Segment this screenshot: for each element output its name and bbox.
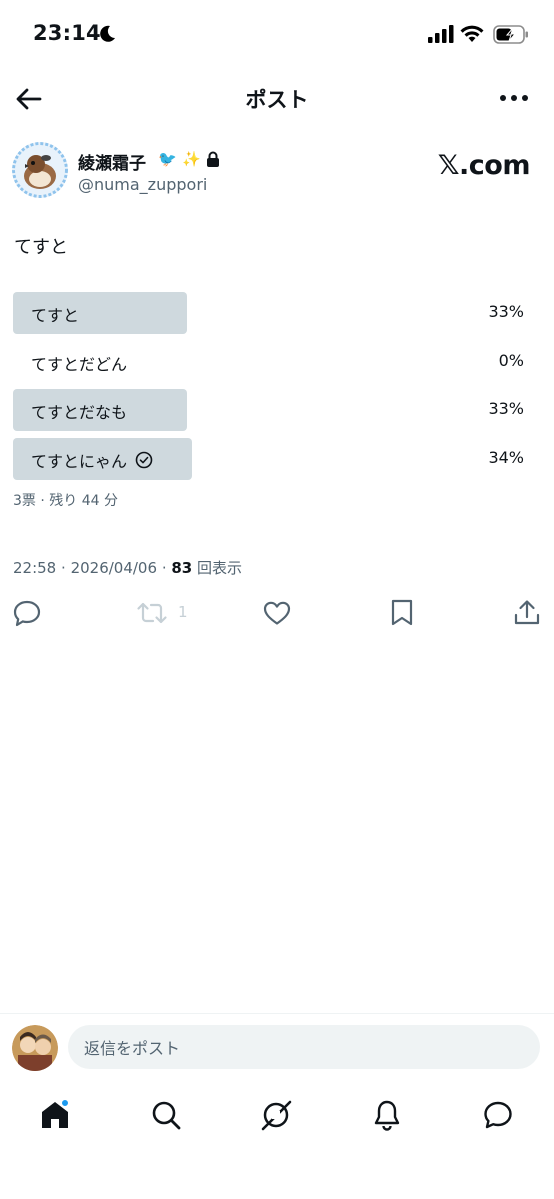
bookmark-icon[interactable]	[389, 598, 415, 628]
poll-option: てすとだなも 33%	[13, 389, 529, 431]
notification-dot	[61, 1099, 69, 1107]
status-time: 23:14	[33, 21, 101, 45]
grok-icon	[261, 1100, 292, 1131]
tab-messages[interactable]	[478, 1095, 518, 1135]
page-title: ポスト	[245, 88, 309, 112]
post-text: てすと	[14, 237, 68, 258]
chat-bubble-icon	[484, 1101, 512, 1129]
more-options-icon[interactable]	[498, 88, 530, 108]
like-heart-icon[interactable]	[262, 598, 292, 628]
post-actions: 1	[0, 598, 554, 630]
x-com-logo: 𝕏.com	[437, 150, 531, 181]
share-icon[interactable]	[513, 598, 541, 628]
check-circle-icon	[135, 451, 153, 468]
poll-option-percent: 33%	[488, 302, 524, 321]
moon-icon	[100, 25, 115, 42]
view-count-label: 回表示	[197, 559, 243, 577]
post-timestamp: 22:58 · 2026/04/06 · 83 回表示	[13, 559, 243, 577]
tab-notifications[interactable]	[367, 1095, 407, 1135]
poll-option-percent: 34%	[488, 447, 524, 467]
lock-icon	[207, 151, 219, 167]
poll-option-voted: てすとにゃん 34%	[13, 437, 529, 480]
post-date[interactable]: 2026/04/06	[71, 559, 157, 577]
poll-option-percent: 0%	[498, 350, 524, 370]
view-count: 83	[171, 559, 193, 577]
battery-icon	[493, 25, 528, 44]
poll: てすと 33% てすとだどん 0% てすとだなも 33% てすとにゃん 34%	[13, 292, 529, 486]
poll-option-label: てすとにゃん	[31, 451, 128, 471]
bird-emoji: 🐦	[158, 150, 177, 168]
home-indicator	[0, 1178, 554, 1199]
sparkles-emoji: ✨	[182, 150, 201, 168]
reply-bar: 返信をポスト	[0, 1013, 554, 1079]
search-icon	[152, 1101, 181, 1130]
tab-search[interactable]	[146, 1095, 186, 1135]
poll-option: てすと 33%	[13, 292, 529, 334]
repost-icon[interactable]	[136, 598, 168, 628]
author-handle[interactable]: @numa_zuppori	[78, 175, 207, 194]
post-time[interactable]: 22:58	[13, 559, 56, 577]
wifi-icon	[460, 25, 484, 42]
tab-grok[interactable]	[256, 1095, 296, 1135]
repost-count: 1	[178, 603, 188, 621]
cellular-signal-icon	[428, 25, 454, 43]
poll-option-percent: 33%	[488, 399, 524, 418]
poll-option: てすとだどん 0%	[13, 341, 529, 383]
bell-icon	[374, 1100, 400, 1131]
status-bar: 23:14	[0, 0, 554, 70]
author-row: 綾瀬霜子 🐦 ✨ @numa_zuppori 𝕏.com	[12, 142, 542, 204]
poll-meta: 3票 · 残り 44 分	[13, 493, 118, 509]
poll-option-label: てすとだなも	[31, 403, 128, 422]
poll-option-label: てすとだどん	[31, 354, 128, 374]
display-name[interactable]: 綾瀬霜子	[78, 149, 146, 174]
poll-option-label: てすと	[31, 306, 80, 325]
author-avatar[interactable]	[12, 142, 68, 198]
tab-bar	[0, 1087, 554, 1147]
reply-input[interactable]: 返信をポスト	[68, 1025, 540, 1069]
nav-bar: ポスト	[0, 72, 554, 124]
reply-icon[interactable]	[13, 598, 41, 628]
my-avatar[interactable]	[12, 1025, 58, 1071]
tab-home[interactable]	[35, 1095, 75, 1135]
poll-option-label-wrap: てすとにゃん	[31, 448, 153, 472]
